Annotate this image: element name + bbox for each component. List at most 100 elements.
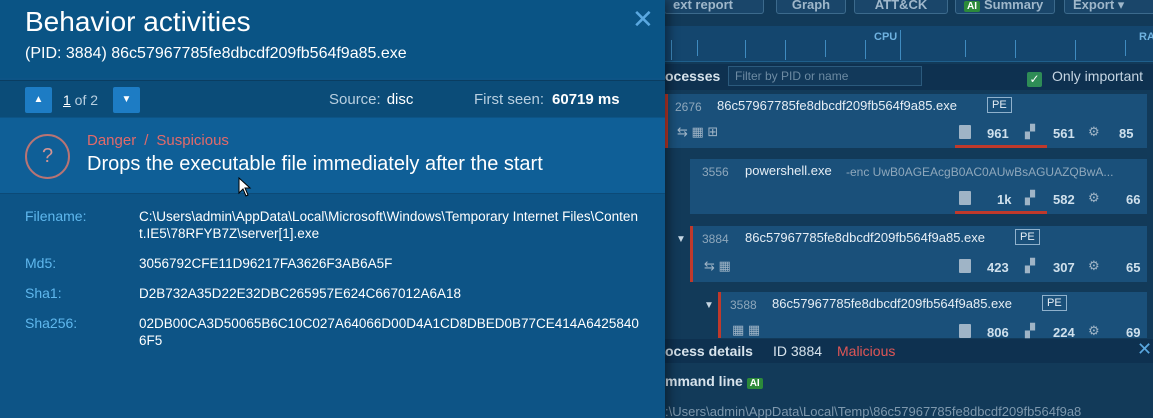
modules-count: 85 <box>1119 126 1134 141</box>
command-line-label: mmand line AI <box>665 373 767 389</box>
close-button[interactable]: ✕ <box>632 4 654 35</box>
pe-badge: PE <box>1015 229 1040 245</box>
registry-icon: ▞ <box>1025 258 1035 273</box>
process-name: 86c57967785fe8dbcdf209fb564f9a85.exe <box>745 230 985 245</box>
network-icon: ⇆ ▦ ⊞ <box>677 124 719 139</box>
only-important-toggle[interactable]: ✓ Only important <box>1027 68 1143 87</box>
close-icon[interactable]: ✕ <box>632 4 654 34</box>
md5-value: 3056792CFE11D96217FA3626F3AB6A5F <box>139 256 393 271</box>
files-count: 806 <box>987 325 1009 340</box>
pagination-row: ▲ 1 of 2 ▼ Source: disc First seen: 60719 … <box>0 80 665 117</box>
process-name: 86c57967785fe8dbcdf209fb564f9a85.exe <box>772 296 1012 311</box>
chevron-down-icon: ▼ <box>121 94 132 105</box>
summary-button[interactable]: AI Summary <box>955 0 1055 14</box>
first-seen-info: First seen: 60719 ms <box>474 91 620 108</box>
network-icon: ⇆ ▦ <box>704 258 731 273</box>
text-report-button[interactable]: ext report <box>664 0 764 14</box>
cpu-label: CPU <box>874 31 898 43</box>
process-details-id: ID 3884 <box>773 343 823 359</box>
process-details-bar: ocess details ID 3884 Malicious ✕ <box>665 339 1153 363</box>
collapse-icon[interactable]: ▼ <box>676 234 686 245</box>
file-icon <box>959 191 971 205</box>
modules-icon: ⚙ <box>1088 258 1100 273</box>
page-total: of 2 <box>70 92 99 108</box>
question-icon: ? <box>25 134 70 179</box>
file-icon <box>959 259 971 273</box>
process-pid: 2676 <box>675 100 702 114</box>
modules-icon: ⚙ <box>1088 124 1100 139</box>
first-seen-label: First seen: <box>474 91 545 108</box>
files-count: 423 <box>987 260 1009 275</box>
alert-description: Drops the executable file immediately af… <box>87 153 543 175</box>
modal-header: Behavior activities (PID: 3884) 86c57967… <box>0 0 665 78</box>
process-name: 86c57967785fe8dbcdf209fb564f9a85.exe <box>717 98 957 113</box>
modal-subtitle: (PID: 3884) 86c57967785fe8dbcdf209fb564f… <box>25 45 407 62</box>
process-row[interactable]: 3884 86c57967785fe8dbcdf209fb564f9a85.ex… <box>690 226 1147 282</box>
modules-count: 65 <box>1126 260 1141 275</box>
process-name: powershell.exe <box>745 163 832 178</box>
sha256-value: 02DB00CA3D50065B6C10C027A64066D00D4A1CD8… <box>139 316 639 348</box>
process-pid: 3556 <box>702 165 729 179</box>
current-page[interactable]: 1 <box>63 92 71 108</box>
sha1-label: Sha1: <box>25 285 62 301</box>
files-count: 961 <box>987 126 1009 141</box>
modules-count: 66 <box>1126 192 1141 207</box>
chevron-down-icon: ▾ <box>1117 0 1125 12</box>
pe-badge: PE <box>987 97 1012 113</box>
command-line-value: :\Users\admin\AppData\Local\Temp\86c5796… <box>665 404 1082 418</box>
source-label: Source: <box>329 91 381 108</box>
modules-icon: ⚙ <box>1088 323 1100 338</box>
process-pid: 3884 <box>702 232 729 246</box>
sha1-value: D2B732A35D22E32DBC265957E624C667012A6A18 <box>139 286 462 301</box>
category-tag: Suspicious <box>156 132 229 149</box>
process-details-title: ocess details <box>665 343 753 359</box>
md5-label: Md5: <box>25 255 57 271</box>
files-count: 1k <box>997 192 1012 207</box>
close-icon[interactable]: ✕ <box>1137 339 1152 360</box>
filename-value: C:\Users\admin\AppData\Local\Microsoft\W… <box>139 209 638 241</box>
network-icon: ▦ ▦ <box>732 322 761 337</box>
registry-count: 582 <box>1053 192 1075 207</box>
first-seen-value: 60719 ms <box>552 91 620 108</box>
checkbox-checked-icon[interactable]: ✓ <box>1027 72 1042 87</box>
process-pid: 3588 <box>730 298 757 312</box>
ai-badge: AI <box>746 378 763 389</box>
ai-badge: AI <box>964 1 980 12</box>
graph-button[interactable]: Graph <box>776 0 846 14</box>
mouse-cursor-icon <box>238 177 252 197</box>
modules-count: 69 <box>1126 325 1141 340</box>
process-row[interactable]: 3588 86c57967785fe8dbcdf209fb564f9a85.ex… <box>718 292 1147 340</box>
danger-tag: Danger <box>87 132 137 149</box>
registry-icon: ▞ <box>1025 190 1035 205</box>
tag-separator: / <box>144 132 149 149</box>
source-value: disc <box>386 91 414 108</box>
process-row[interactable]: 3556 powershell.exe -enc UwB0AGEAcgB0AC0… <box>690 159 1147 214</box>
file-icon <box>959 125 971 139</box>
pe-badge: PE <box>1042 295 1067 311</box>
registry-count: 224 <box>1053 325 1075 340</box>
file-info: Filename: C:\Users\admin\AppData\Local\M… <box>0 195 665 418</box>
process-args: -enc UwB0AGEAcgB0AC0AUwBsAGUAZQBwA... <box>846 165 1114 179</box>
behavior-activities-modal: Behavior activities (PID: 3884) 86c57967… <box>0 0 665 418</box>
processes-title: ocesses <box>665 68 721 84</box>
attck-button[interactable]: ATT&CK <box>854 0 948 14</box>
alert-block: ? Danger / Suspicious Drops the executable… <box>0 118 665 194</box>
alert-tags: Danger / Suspicious <box>87 132 229 149</box>
sha256-label: Sha256: <box>25 315 78 331</box>
prev-button[interactable]: ▲ <box>25 87 52 113</box>
cpu-graph <box>665 26 1153 62</box>
registry-icon: ▞ <box>1025 124 1035 139</box>
next-button[interactable]: ▼ <box>113 87 140 113</box>
modules-icon: ⚙ <box>1088 190 1100 205</box>
registry-count: 307 <box>1053 260 1075 275</box>
export-button[interactable]: Export ▾ <box>1064 0 1153 14</box>
process-row[interactable]: 2676 86c57967785fe8dbcdf209fb564f9a85.ex… <box>665 94 1147 148</box>
modal-title: Behavior activities <box>25 6 251 37</box>
filename-label: Filename: <box>25 208 87 224</box>
ram-label: RA <box>1139 31 1153 43</box>
registry-count: 561 <box>1053 126 1075 141</box>
chevron-up-icon: ▲ <box>33 94 44 105</box>
pid-filter-input[interactable]: Filter by PID or name <box>728 66 922 86</box>
collapse-icon[interactable]: ▼ <box>704 300 714 311</box>
process-verdict: Malicious <box>837 343 896 359</box>
